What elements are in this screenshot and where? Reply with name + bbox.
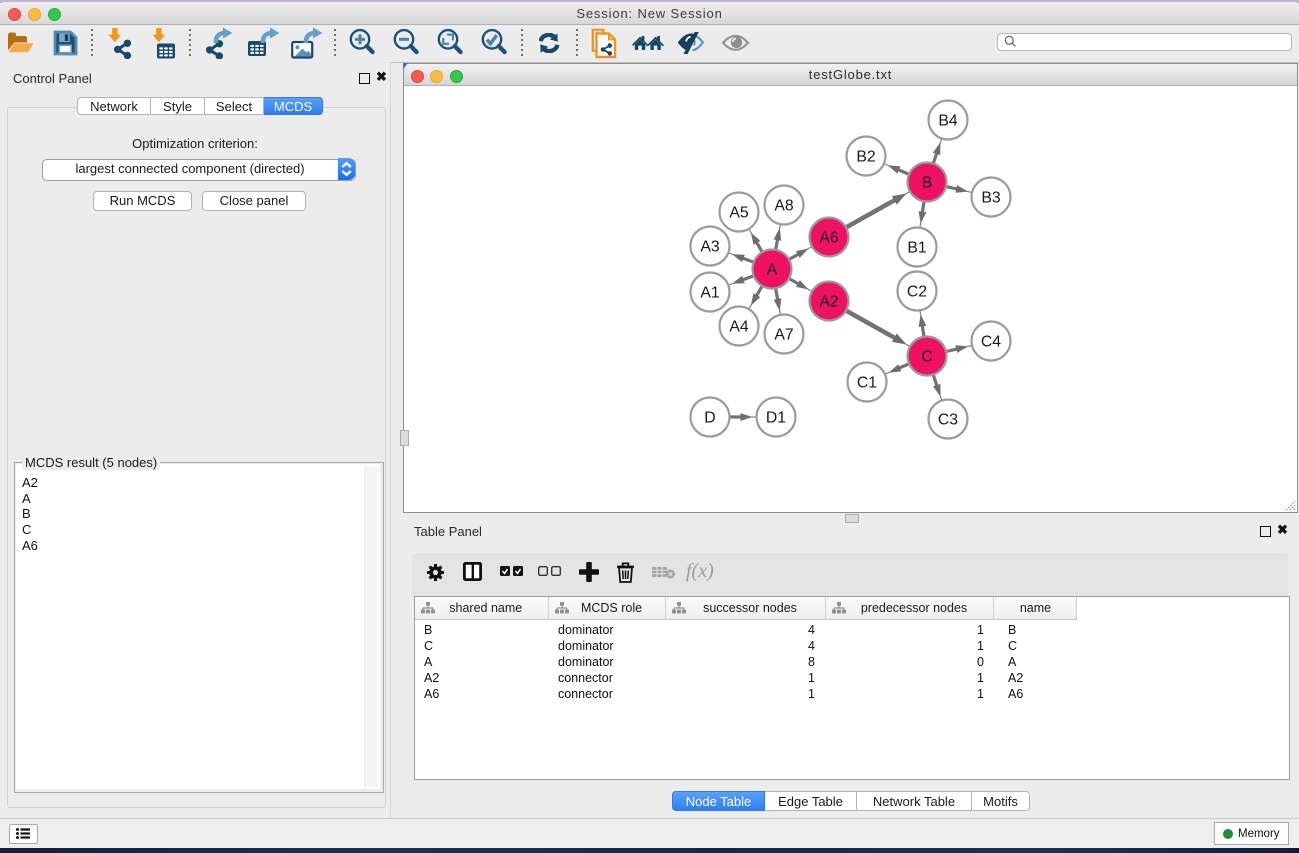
- svg-text:A7: A7: [774, 327, 793, 344]
- svg-text:A3: A3: [700, 239, 720, 256]
- svg-text:B1: B1: [907, 240, 927, 257]
- svg-text:D1: D1: [766, 410, 786, 427]
- svg-text:C3: C3: [938, 412, 958, 429]
- svg-text:B2: B2: [856, 149, 875, 166]
- svg-text:C4: C4: [981, 334, 1001, 351]
- svg-text:A2: A2: [819, 294, 838, 311]
- svg-text:A: A: [767, 262, 778, 279]
- svg-text:A1: A1: [700, 285, 720, 302]
- svg-text:D: D: [704, 410, 715, 427]
- svg-text:B4: B4: [938, 113, 958, 130]
- svg-text:A5: A5: [729, 205, 749, 222]
- svg-text:A6: A6: [819, 230, 839, 247]
- svg-text:C: C: [921, 349, 932, 366]
- svg-text:A8: A8: [774, 198, 794, 215]
- svg-text:C2: C2: [907, 284, 927, 301]
- svg-text:B: B: [922, 175, 933, 192]
- svg-text:C1: C1: [857, 375, 877, 392]
- svg-text:B3: B3: [981, 190, 1001, 207]
- svg-text:A4: A4: [729, 319, 749, 336]
